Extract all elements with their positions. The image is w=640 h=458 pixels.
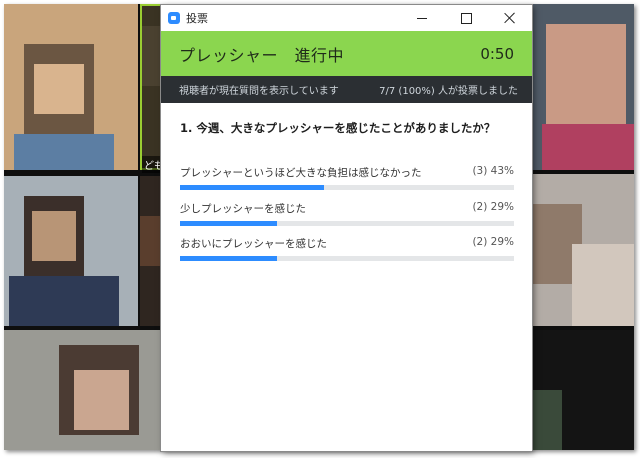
maximize-icon: [460, 12, 472, 24]
video-tile[interactable]: [532, 330, 634, 450]
poll-window: 投票 プレッシャー 進行中 0:50 視聴者が現在質問を表示しています 7/7 …: [161, 5, 532, 451]
poll-option-result: 少しプレッシャーを感じた (2) 29%: [180, 201, 514, 226]
option-label: おおいにプレッシャーを感じた: [180, 238, 327, 250]
poll-timer: 0:50: [480, 44, 514, 63]
close-icon: [504, 12, 516, 24]
result-bar-fill: [180, 185, 324, 190]
result-bar-track: [180, 221, 514, 226]
video-tile[interactable]: [532, 4, 634, 170]
zoom-app-icon: [168, 12, 180, 24]
poll-title: プレッシャー 進行中: [179, 45, 345, 65]
video-tile[interactable]: [4, 176, 138, 326]
option-stat: (2) 29%: [472, 201, 514, 213]
video-tile[interactable]: [532, 174, 634, 326]
window-title: 投票: [186, 12, 208, 25]
window-titlebar[interactable]: 投票: [161, 5, 532, 31]
status-vote-count: 7/7 (100%) 人が投票しました: [379, 86, 518, 97]
poll-option-result: おおいにプレッシャーを感じた (2) 29%: [180, 236, 514, 261]
minimize-button[interactable]: [400, 5, 444, 31]
status-viewing-text: 視聴者が現在質問を表示しています: [179, 86, 339, 97]
option-stat: (2) 29%: [472, 236, 514, 248]
result-bar-fill: [180, 256, 277, 261]
video-tile[interactable]: [4, 4, 138, 170]
option-label: 少しプレッシャーを感じた: [180, 203, 306, 215]
minimize-icon: [417, 17, 427, 19]
option-stat: (3) 43%: [472, 165, 514, 177]
option-label: プレッシャーというほど大きな負担は感じなかった: [180, 167, 422, 179]
result-bar-track: [180, 185, 514, 190]
video-tile[interactable]: [4, 330, 180, 450]
maximize-button[interactable]: [444, 5, 488, 31]
result-bar-fill: [180, 221, 277, 226]
result-bar-track: [180, 256, 514, 261]
poll-question: 1. 今週、大きなプレッシャーを感じたことがありましたか？: [180, 121, 496, 135]
poll-option-result: プレッシャーというほど大きな負担は感じなかった (3) 43%: [180, 165, 514, 190]
poll-status-bar: 視聴者が現在質問を表示しています 7/7 (100%) 人が投票しました: [161, 76, 532, 103]
close-button[interactable]: [488, 5, 532, 31]
poll-header: プレッシャー 進行中 0:50: [161, 31, 532, 76]
